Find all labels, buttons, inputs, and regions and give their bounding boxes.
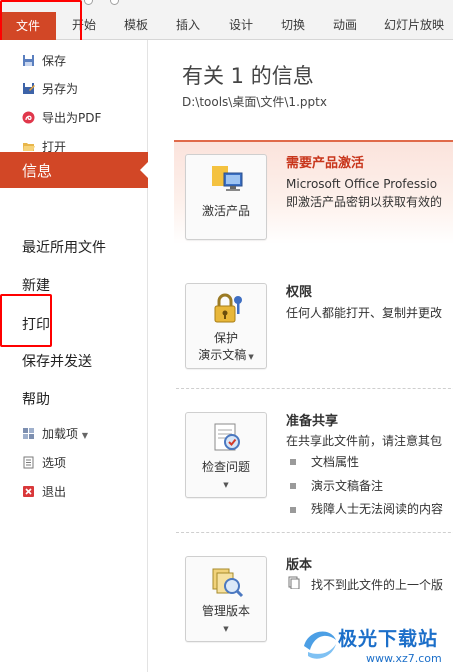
- tab-transitions[interactable]: 切换: [281, 18, 305, 32]
- versions-text: 找不到此文件的上一个版: [311, 578, 444, 592]
- redo-icon[interactable]: [110, 0, 119, 5]
- undo-icon[interactable]: [84, 0, 93, 5]
- manage-versions-icon: [212, 568, 244, 598]
- tile-label: 保护: [213, 331, 238, 345]
- chevron-down-icon: ▼: [223, 481, 229, 489]
- activate-product-icon: [212, 166, 243, 191]
- versions-title: 版本: [286, 558, 313, 573]
- watermark-brand: 极光下载站: [338, 628, 439, 650]
- tile-label: 演示文稿: [198, 348, 247, 362]
- document-versions-icon: [288, 576, 300, 589]
- file-path: D:\tools\桌面\文件\1.pptx: [182, 95, 327, 109]
- check-issues-button[interactable]: 检查问题 ▼: [185, 412, 267, 498]
- sidebar-item-help[interactable]: 帮助: [22, 390, 50, 410]
- activation-title: 需要产品激活: [286, 156, 365, 171]
- tile-label: 管理版本: [201, 604, 250, 618]
- sidebar-item-label: 导出为PDF: [42, 111, 102, 125]
- lock-key-icon: [214, 293, 242, 323]
- page-title: 有关 1 的信息: [182, 64, 314, 88]
- tile-label: 检查问题: [201, 460, 250, 474]
- inspect-document-icon: [214, 423, 240, 451]
- tab-slideshow[interactable]: 幻灯片放映: [384, 18, 444, 32]
- site-watermark: 极光下载站 www.xz7.com: [296, 618, 453, 672]
- prepare-title: 准备共享: [286, 414, 339, 429]
- list-item: 残障人士无法阅读的内容: [311, 502, 444, 516]
- tab-animations[interactable]: 动画: [333, 18, 357, 32]
- exit-icon: [23, 486, 34, 497]
- sidebar-item-label: 退出: [42, 485, 67, 499]
- bullet-icon: [290, 483, 296, 489]
- section-divider: [176, 532, 453, 533]
- chevron-down-icon: ▼: [246, 353, 254, 361]
- sidebar-item-new[interactable]: 新建: [22, 276, 50, 296]
- highlight-box-print: [0, 294, 52, 347]
- permissions-title: 权限: [286, 285, 313, 300]
- tab-insert[interactable]: 插入: [176, 18, 200, 32]
- chevron-down-icon: ▼: [81, 431, 88, 440]
- manage-versions-button[interactable]: 管理版本 ▼: [185, 556, 267, 642]
- sidebar-item-label: 信息: [22, 162, 53, 180]
- section-divider: [176, 388, 453, 389]
- addins-icon: [23, 428, 34, 439]
- backstage-main: 有关 1 的信息 D:\tools\桌面\文件\1.pptx 激活产品 需要产品…: [149, 40, 453, 672]
- list-item: 文档属性: [311, 455, 360, 469]
- sidebar-item-recent[interactable]: 最近所用文件: [22, 238, 106, 258]
- activation-text-line2: 即激活产品密钥以获取有效的: [286, 195, 443, 209]
- bullet-icon: [290, 507, 296, 513]
- sidebar-item-label: 另存为: [42, 82, 79, 96]
- bullet-icon: [290, 459, 296, 465]
- sidebar-item-label: 加载项: [42, 427, 79, 441]
- watermark-url: www.xz7.com: [366, 652, 442, 665]
- save-as-icon: [23, 83, 35, 94]
- tab-design[interactable]: 设计: [229, 18, 253, 32]
- protect-presentation-button[interactable]: 保护 演示文稿 ▼: [185, 283, 267, 369]
- sidebar-item-label: 选项: [42, 456, 67, 470]
- sidebar-item-save-send[interactable]: 保存并发送: [22, 352, 92, 372]
- watermark-logo-icon: [304, 631, 336, 659]
- pdf-icon: [22, 111, 35, 124]
- activate-product-button[interactable]: 激活产品: [185, 154, 267, 240]
- tab-templates[interactable]: 模板: [124, 18, 148, 32]
- chevron-down-icon: ▼: [223, 625, 229, 633]
- save-icon: [23, 55, 34, 66]
- prepare-text: 在共享此文件前，请注意其包: [286, 434, 443, 448]
- list-item: 演示文稿备注: [311, 479, 384, 493]
- sidebar-item-label: 保存: [42, 54, 67, 68]
- tile-label: 激活产品: [201, 204, 250, 218]
- options-icon: [23, 456, 34, 469]
- sidebar-item-info[interactable]: 信息: [0, 152, 148, 188]
- permissions-text: 任何人都能打开、复制并更改: [286, 306, 443, 320]
- activation-text-line1: Microsoft Office Professio: [286, 177, 438, 191]
